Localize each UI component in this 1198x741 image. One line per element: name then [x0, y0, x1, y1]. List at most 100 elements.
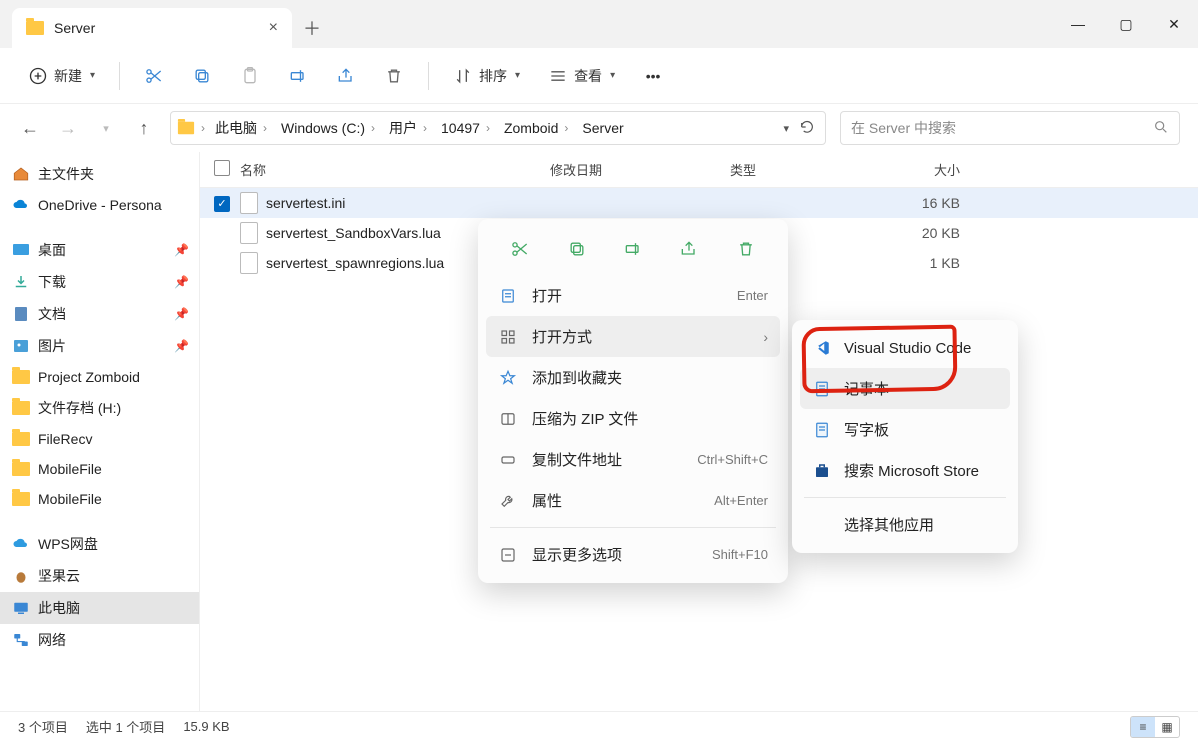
column-size[interactable]: 大小	[880, 160, 970, 179]
ctx-delete-button[interactable]	[732, 235, 760, 263]
breadcrumb-item[interactable]: 此电脑›	[211, 118, 271, 138]
close-tab-icon[interactable]: ×	[269, 19, 278, 37]
column-header-row: 名称 修改日期 类型 大小	[200, 152, 1198, 188]
ctx-properties[interactable]: 属性 Alt+Enter	[486, 480, 780, 521]
sidebar-pictures[interactable]: 图片📌	[0, 330, 199, 362]
path-icon	[498, 450, 518, 470]
ctx-more-options[interactable]: 显示更多选项 Shift+F10	[486, 534, 780, 575]
sidebar-folder[interactable]: MobileFile	[0, 484, 199, 514]
recent-chevron-icon[interactable]: ▾	[94, 122, 118, 135]
open-with-choose[interactable]: 选择其他应用	[800, 504, 1010, 545]
breadcrumb-item[interactable]: Server	[578, 120, 627, 136]
pin-icon: 📌	[174, 339, 189, 353]
search-placeholder: 在 Server 中搜索	[851, 118, 1145, 138]
refresh-button[interactable]	[799, 119, 815, 138]
details-view-button[interactable]: ≡	[1131, 717, 1155, 737]
ctx-favorite[interactable]: 添加到收藏夹	[486, 357, 780, 398]
sidebar-onedrive[interactable]: OneDrive - Persona	[0, 190, 199, 220]
view-button[interactable]: 查看 ▾	[538, 60, 625, 92]
close-button[interactable]: ✕	[1150, 0, 1198, 48]
sidebar-folder[interactable]: MobileFile	[0, 454, 199, 484]
ctx-rename-button[interactable]	[619, 235, 647, 263]
ctx-copy-path[interactable]: 复制文件地址 Ctrl+Shift+C	[486, 439, 780, 480]
paste-button[interactable]	[230, 60, 270, 92]
rename-button[interactable]	[278, 60, 318, 92]
sidebar-nutstore[interactable]: 坚果云	[0, 560, 199, 592]
sidebar-folder[interactable]: FileRecv	[0, 424, 199, 454]
ctx-cut-button[interactable]	[506, 235, 534, 263]
open-with-store[interactable]: 搜索 Microsoft Store	[800, 450, 1010, 491]
file-icon	[240, 192, 258, 214]
more-button[interactable]: •••	[633, 60, 673, 92]
open-with-vscode[interactable]: Visual Studio Code	[800, 328, 1010, 368]
column-name[interactable]: 名称	[240, 160, 550, 179]
address-bar[interactable]: › 此电脑› Windows (C:)› 用户› 10497› Zomboid›…	[170, 111, 826, 145]
chevron-right-icon: ›	[201, 121, 205, 135]
open-with-notepad[interactable]: 记事本	[800, 368, 1010, 409]
breadcrumb-item[interactable]: Windows (C:)›	[277, 120, 379, 136]
tiles-view-button[interactable]: ▦	[1155, 717, 1179, 737]
new-tab-button[interactable]: ＋	[292, 8, 332, 48]
zip-icon	[498, 409, 518, 429]
maximize-button[interactable]: ▢	[1102, 0, 1150, 48]
window-tab[interactable]: Server ×	[12, 8, 292, 48]
star-icon	[498, 368, 518, 388]
trash-icon	[384, 66, 404, 86]
sidebar-wps[interactable]: WPS网盘	[0, 528, 199, 560]
file-row[interactable]: ✓ servertest.ini 16 KB	[200, 188, 1198, 218]
up-button[interactable]: ↑	[132, 118, 156, 139]
sidebar-folder[interactable]: 文件存档 (H:)	[0, 392, 199, 424]
sidebar-desktop[interactable]: 桌面📌	[0, 234, 199, 266]
row-checkbox[interactable]: ✓	[214, 196, 230, 212]
ctx-copy-button[interactable]	[563, 235, 591, 263]
ctx-open-with[interactable]: 打开方式 ›	[486, 316, 780, 357]
ellipsis-icon: •••	[643, 66, 663, 86]
notepad-icon	[812, 379, 832, 399]
ctx-open[interactable]: 打开 Enter	[486, 275, 780, 316]
delete-button[interactable]	[374, 60, 414, 92]
file-size: 16 KB	[880, 195, 970, 211]
sidebar-this-pc[interactable]: 此电脑	[0, 592, 199, 624]
ctx-share-button[interactable]	[675, 235, 703, 263]
copy-button[interactable]	[182, 60, 222, 92]
select-all-checkbox[interactable]	[214, 160, 230, 176]
share-button[interactable]	[326, 60, 366, 92]
file-icon	[240, 252, 258, 274]
paste-icon	[240, 66, 260, 86]
minimize-button[interactable]: ―	[1054, 0, 1102, 48]
view-icon	[548, 66, 568, 86]
file-size: 20 KB	[880, 225, 970, 241]
breadcrumb-item[interactable]: Zomboid›	[500, 120, 572, 136]
open-with-submenu: Visual Studio Code 记事本 写字板 搜索 Microsoft …	[792, 320, 1018, 553]
cut-button[interactable]	[134, 60, 174, 92]
sidebar-network[interactable]: 网络	[0, 624, 199, 656]
pin-icon: 📌	[174, 307, 189, 321]
folder-icon	[12, 399, 30, 417]
address-chevron-icon[interactable]: ▾	[783, 122, 789, 135]
onedrive-icon	[12, 196, 30, 214]
sidebar-home[interactable]: 主文件夹	[0, 158, 199, 190]
breadcrumb-item[interactable]: 用户›	[385, 118, 431, 138]
search-input[interactable]: 在 Server 中搜索	[840, 111, 1180, 145]
open-with-wordpad[interactable]: 写字板	[800, 409, 1010, 450]
sidebar-folder[interactable]: Project Zomboid	[0, 362, 199, 392]
tab-title: Server	[54, 20, 259, 36]
home-icon	[12, 165, 30, 183]
sort-label: 排序	[479, 66, 507, 86]
sidebar-downloads[interactable]: 下载📌	[0, 266, 199, 298]
pin-icon: 📌	[174, 275, 189, 289]
column-date[interactable]: 修改日期	[550, 160, 730, 179]
network-icon	[12, 631, 30, 649]
navigation-pane: 主文件夹 OneDrive - Persona 桌面📌 下载📌 文档📌 图片📌 …	[0, 152, 200, 711]
column-type[interactable]: 类型	[730, 160, 880, 179]
ctx-zip[interactable]: 压缩为 ZIP 文件	[486, 398, 780, 439]
sort-button[interactable]: 排序 ▾	[443, 60, 530, 92]
breadcrumb-item[interactable]: 10497›	[437, 120, 494, 136]
forward-button[interactable]: →	[56, 118, 80, 139]
new-button[interactable]: 新建 ▾	[18, 60, 105, 92]
vscode-icon	[812, 338, 832, 358]
folder-icon	[178, 122, 194, 135]
sort-icon	[453, 66, 473, 86]
back-button[interactable]: ←	[18, 118, 42, 139]
sidebar-documents[interactable]: 文档📌	[0, 298, 199, 330]
